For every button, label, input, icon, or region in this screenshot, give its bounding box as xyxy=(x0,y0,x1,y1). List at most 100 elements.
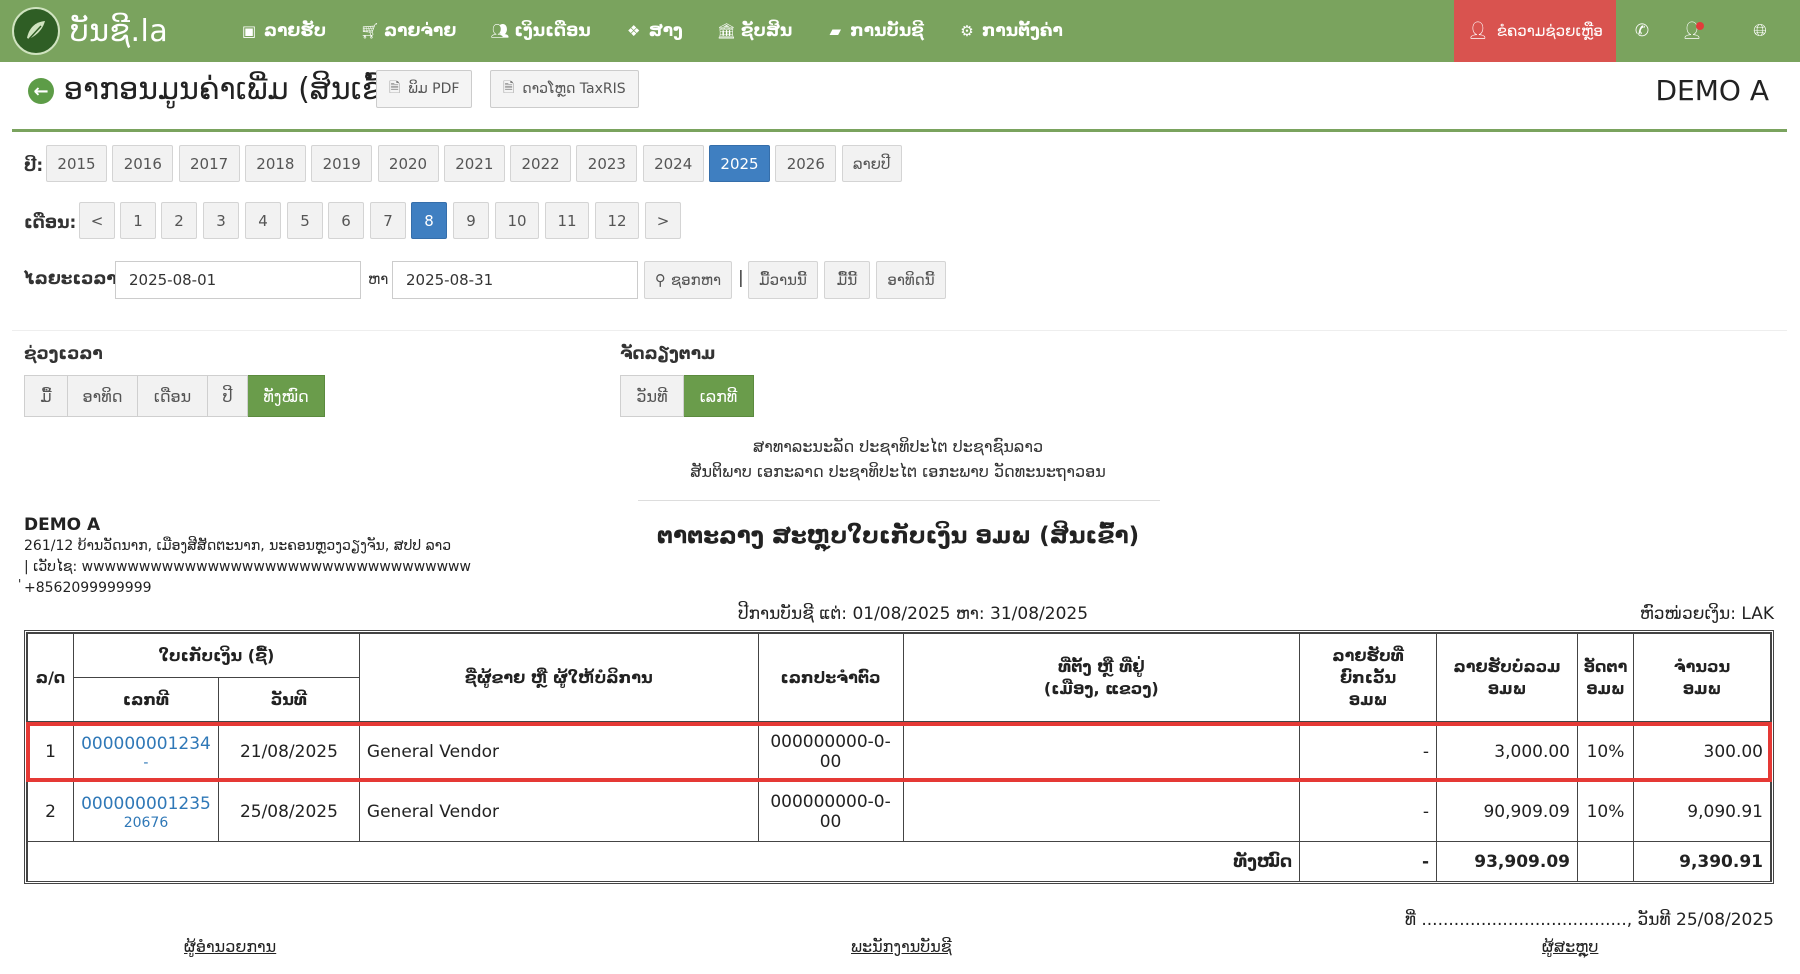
this-week-button[interactable]: ອາທິດນີ້ xyxy=(876,261,946,299)
download-taxris-label: ດາວໂຫຼດ TaxRIS xyxy=(522,81,626,97)
to-label: ຫາ xyxy=(368,270,389,288)
whatsapp-icon[interactable]: ✆ xyxy=(1622,0,1662,62)
month-button[interactable]: 2 xyxy=(161,202,197,239)
range-option[interactable]: ເດືອນ xyxy=(138,375,208,417)
year-button[interactable]: 2015 xyxy=(46,145,107,182)
month-button[interactable]: 8 xyxy=(411,202,447,239)
date-from-input[interactable]: 2025-08-01 xyxy=(115,261,361,299)
nav-inventory-label: ສາງ xyxy=(648,21,683,41)
range-option[interactable]: ມື້ xyxy=(24,375,68,417)
nav-assets-label: ຊັບສິນ xyxy=(740,21,793,41)
invoice-sub-ref[interactable]: - xyxy=(81,755,211,771)
print-pdf-label: ພິມ PDF xyxy=(408,81,460,97)
total-vat: 9,390.91 xyxy=(1632,841,1772,882)
total-base: 93,909.09 xyxy=(1436,841,1578,882)
col-invoice-date: ວັນທີ xyxy=(217,677,360,722)
invoice-date: 21/08/2025 xyxy=(217,721,360,782)
app-logo[interactable]: ບັນຊີ.la xyxy=(12,5,168,57)
month-button[interactable]: 7 xyxy=(370,202,406,239)
col-base: ລາຍຮັບບໍ່ລວມ ອມພ xyxy=(1436,633,1578,722)
prev-month-button[interactable]: < xyxy=(79,202,115,239)
signature-date-line: ທີ່ ....................................… xyxy=(1404,910,1774,930)
year-button[interactable]: 2017 xyxy=(178,145,240,182)
download-taxris-button[interactable]: 🗎 ດາວໂຫຼດ TaxRIS xyxy=(490,70,639,108)
total-exempt: - xyxy=(1299,841,1438,882)
globe-icon[interactable]: 🌐︎ xyxy=(1740,0,1780,62)
year-button[interactable]: ລາຍປີ xyxy=(841,145,902,182)
total-row: ທັງໝົດ - 93,909.09 9,390.91 xyxy=(26,841,1772,882)
search-icon: ⚲ xyxy=(654,271,666,289)
nav-accounting[interactable]: ▰ ການບັນຊີ xyxy=(826,21,924,41)
support-agent-icon: 👤︎ xyxy=(1467,21,1489,41)
report-title: ຕາຕະລາງ ສະຫຼຸບໃບເກັບເງິນ ອມພ (ສິນເຂົ້າ) xyxy=(656,523,1140,549)
month-button[interactable]: 5 xyxy=(287,202,323,239)
range-option[interactable]: ອາທິດ xyxy=(68,375,138,417)
print-pdf-button[interactable]: 🗎 ພິມ PDF xyxy=(376,70,473,108)
back-arrow-icon[interactable]: ← xyxy=(28,78,54,104)
col-vendor: ຊື່ຜູ້ຂາຍ ຫຼື ຜູ້ໃຫ້ບໍລິການ xyxy=(358,633,759,722)
month-button[interactable]: 6 xyxy=(328,202,364,239)
range-option[interactable]: ປີ xyxy=(208,375,248,417)
next-month-button[interactable]: > xyxy=(645,202,681,239)
year-button[interactable]: 2022 xyxy=(510,145,572,182)
tax-id: 000000000-0-00 xyxy=(757,721,904,782)
search-button[interactable]: ⚲ ຊອກຫາ xyxy=(644,261,732,299)
date-to-input[interactable]: 2025-08-31 xyxy=(392,261,638,299)
col-invoice-number: ເລກທີ xyxy=(72,677,219,722)
help-button[interactable]: 👤︎ ຂໍຄວາມຊ່ວຍເຫຼືອ xyxy=(1454,0,1616,62)
col-vat-line2: ອມພ xyxy=(1682,678,1722,698)
vendor-name: General Vendor xyxy=(358,781,759,842)
nav-assets[interactable]: 🏛︎ ຊັບສິນ xyxy=(717,21,792,41)
month-button[interactable]: 3 xyxy=(203,202,239,239)
vat-amount: 300.00 xyxy=(1632,721,1772,782)
today-button[interactable]: ມື້ນີ້ xyxy=(824,261,870,299)
nav-income-label: ລາຍຮັບ xyxy=(264,21,327,41)
year-button[interactable]: 2021 xyxy=(443,145,505,182)
year-button[interactable]: 2019 xyxy=(311,145,373,182)
table-row: 1 000000001234- 21/08/2025 General Vendo… xyxy=(27,721,1772,782)
month-button[interactable]: 4 xyxy=(245,202,281,239)
yesterday-button[interactable]: ມື້ວານນີ້ xyxy=(748,261,818,299)
month-button[interactable]: 1 xyxy=(120,202,156,239)
invoice-number-link[interactable]: 000000001235 xyxy=(81,793,211,815)
year-button[interactable]: 2024 xyxy=(642,145,704,182)
nav-payroll[interactable]: 👥︎ ເງິນເດືອນ xyxy=(490,21,590,41)
year-button[interactable]: 2016 xyxy=(112,145,174,182)
total-label: ທັງໝົດ xyxy=(26,841,1301,882)
col-vat-line1: ຈຳນວນ xyxy=(1673,656,1731,676)
table-row: 2 000000001235 20676 25/08/2025 General V… xyxy=(27,781,1772,842)
vat-rate: 10% xyxy=(1576,721,1634,782)
col-vat: ຈຳນວນ ອມພ xyxy=(1632,633,1772,722)
invoice-cell: 000000001234- xyxy=(72,721,219,782)
year-button[interactable]: 2025 xyxy=(709,145,770,182)
month-button[interactable]: 10 xyxy=(495,202,539,239)
month-button[interactable]: 9 xyxy=(453,202,489,239)
col-exempt-line1: ລາຍຮັບທີ່ xyxy=(1332,645,1404,665)
company-phone-mark: ' xyxy=(18,577,22,591)
user-menu-icon[interactable]: 👤︎ xyxy=(1672,0,1712,62)
nav-income[interactable]: ▣ ລາຍຮັບ xyxy=(240,21,326,41)
report-national-line: ສາທາລະນະລັດ ປະຊາທິປະໄຕ ປະຊາຊົນລາວ xyxy=(752,437,1044,456)
year-button[interactable]: 2018 xyxy=(244,145,306,182)
range-option[interactable]: ທັງໝົດ xyxy=(248,375,325,417)
nav-inventory[interactable]: ❖ ສາງ xyxy=(625,21,683,41)
year-button[interactable]: 2020 xyxy=(377,145,439,182)
month-button[interactable]: 12 xyxy=(595,202,639,239)
book-icon: ▰ xyxy=(829,22,842,40)
company-address: 261/12 ບ້ານວັດນາກ, ເມືອງສີສັດຕະນາກ, ນະຄອ… xyxy=(24,538,452,554)
month-button[interactable]: 11 xyxy=(545,202,589,239)
year-button[interactable]: 2026 xyxy=(775,145,837,182)
invoice-sub-ref[interactable]: 20676 xyxy=(81,815,211,831)
sort-option[interactable]: ວັນທີ xyxy=(620,375,684,417)
nav-expense[interactable]: 🛒︎ ລາຍຈ່າຍ xyxy=(360,21,456,41)
invoice-number-link[interactable]: 000000001234 xyxy=(81,733,211,755)
sort-option[interactable]: ເລກທີ xyxy=(684,375,754,417)
col-exempt-line3: ອມພ xyxy=(1348,689,1388,709)
col-address-line2: (ເມືອງ, ແຂວງ) xyxy=(1043,678,1159,698)
nav-settings[interactable]: ⚙︎ ການຕັ້ງຄ່າ xyxy=(958,21,1063,41)
year-button[interactable]: 2023 xyxy=(576,145,638,182)
base-amount: 3,000.00 xyxy=(1436,721,1578,782)
signature-preparer: ຜູ້ສະຫຼຸບ xyxy=(1542,937,1599,956)
box-icon: ❖ xyxy=(626,22,641,40)
users-icon: 👥︎ xyxy=(490,22,510,40)
